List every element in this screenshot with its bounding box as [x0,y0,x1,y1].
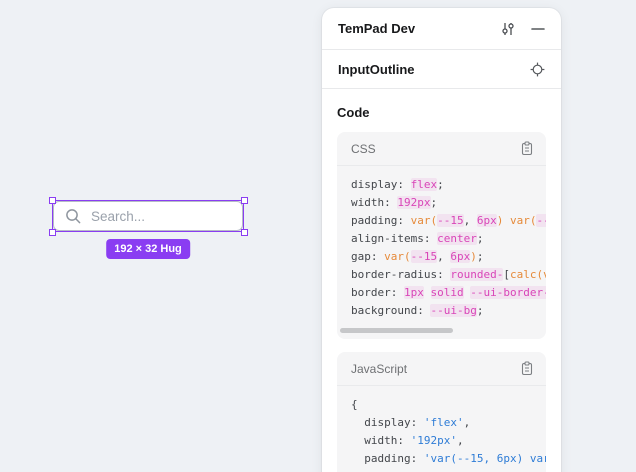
code-section-title: Code [337,105,546,120]
css-code-text: display: flex;width: 192px;padding: var(… [337,166,546,324]
selection-handle-bottom-right[interactable] [241,229,248,236]
search-input-placeholder: Search... [91,209,145,224]
size-badge: 192 × 32 Hug [106,239,190,259]
css-code-block: CSS display: flex;width: 192px;padding: … [337,132,546,339]
javascript-block-label: JavaScript [351,362,520,376]
panel-title: TemPad Dev [338,21,500,36]
minimize-icon[interactable] [531,22,545,36]
horizontal-scrollbar [340,328,534,333]
tempad-dev-panel: TemPad Dev InputOutline [322,8,561,472]
clipboard-copy-icon[interactable] [520,141,534,156]
css-block-label: CSS [351,142,520,156]
javascript-block-header: JavaScript [337,352,546,386]
clipboard-copy-icon[interactable] [520,361,534,376]
crosshair-target-icon[interactable] [530,62,545,77]
javascript-code-block: JavaScript { display: 'flex', width: '19… [337,352,546,472]
panel-header: TemPad Dev [322,8,561,50]
css-block-header: CSS [337,132,546,166]
selected-node-name: InputOutline [338,62,530,77]
selected-node-row: InputOutline [322,50,561,89]
sliders-icon[interactable] [500,21,516,37]
horizontal-scrollbar-thumb[interactable] [340,328,453,333]
javascript-code-text: { display: 'flex', width: '192px', paddi… [337,386,546,472]
search-input[interactable]: Search... [53,201,243,231]
code-section: Code CSS display: flex;width: 192px;padd… [322,89,561,472]
magnifier-icon [65,208,82,225]
